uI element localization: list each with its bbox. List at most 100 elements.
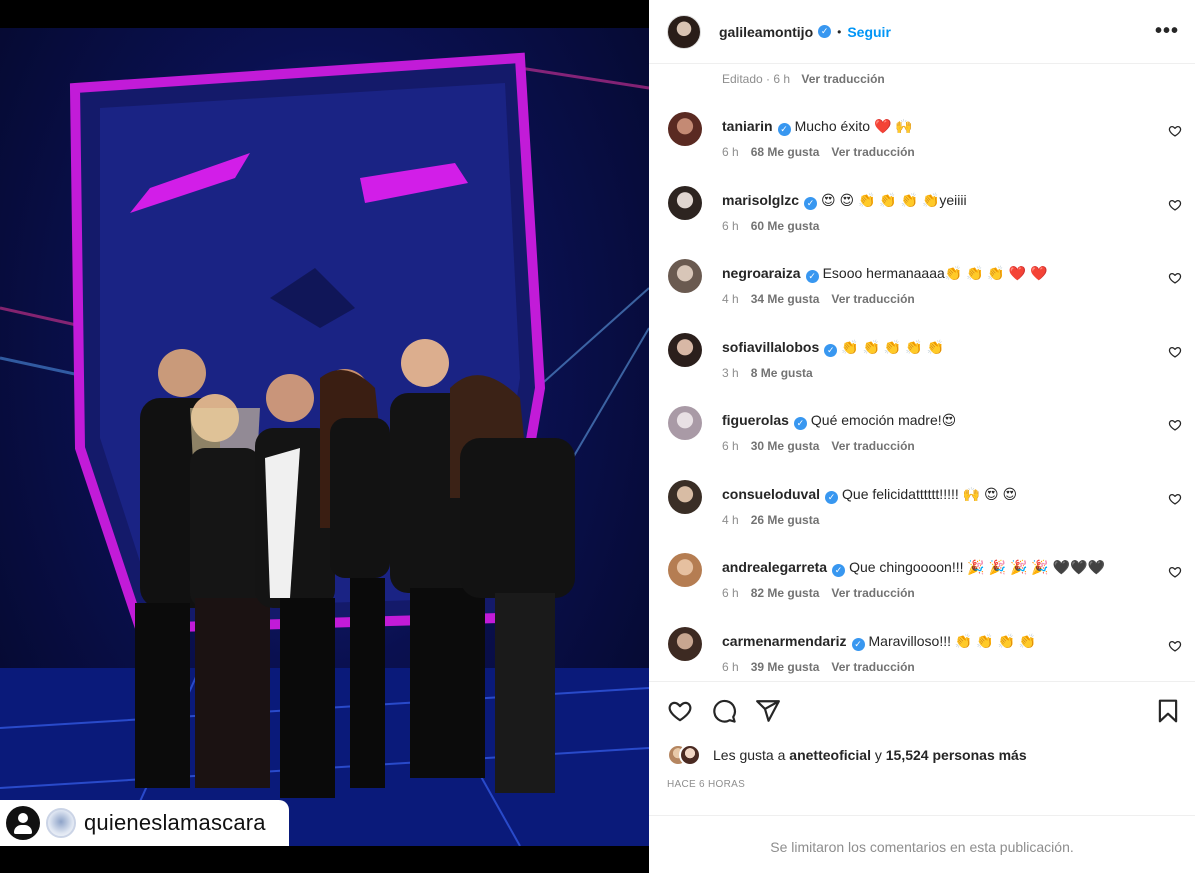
comment-likes[interactable]: 8 Me gusta (751, 366, 813, 380)
comment-see-translation[interactable]: Ver traducción (831, 292, 914, 306)
comments-list: taniarin ✓ Mucho éxito ❤️ 🙌 6 h 68 Me gusta V… (649, 104, 1195, 692)
comment-see-translation[interactable]: Ver traducción (831, 145, 914, 159)
commenter-avatar[interactable] (668, 479, 702, 514)
more-options-icon[interactable]: ••• (1155, 20, 1179, 43)
comment-time[interactable]: 6 h (722, 439, 739, 453)
comment-like-heart-icon[interactable] (1168, 565, 1182, 579)
comment-likes[interactable]: 39 Me gusta (751, 660, 820, 674)
repost-handle: quieneslamascara (84, 810, 266, 835)
comment-time[interactable]: 4 h (722, 513, 739, 527)
comment-meta: 6 h 60 Me gusta (722, 219, 1195, 233)
commenter-avatar[interactable] (668, 185, 702, 220)
post-photo[interactable] (0, 28, 649, 846)
post-timestamp[interactable]: HACE 6 HORAS (667, 779, 745, 790)
post-side-panel: galileamontijo ✓ • Seguir ••• Editado · … (649, 0, 1195, 873)
follow-button[interactable]: Seguir (847, 24, 891, 40)
verified-icon: ✓ (851, 637, 865, 651)
save-bookmark-icon[interactable] (1155, 698, 1181, 724)
share-send-icon[interactable] (755, 698, 781, 724)
comment-text: Que felicidatttttt!!!!! 🙌 😍 😍 (842, 485, 1018, 502)
comment-like-heart-icon[interactable] (1168, 639, 1182, 653)
verified-icon: ✓ (832, 564, 846, 577)
comment-text: Esooo hermanaaaa👏 👏 👏 ❤️ ❤️ (822, 265, 1048, 281)
comment-meta: 6 h 68 Me gusta Ver traducción (722, 145, 1195, 159)
comment-line: marisolglzc ✓ 😍 😍 👏 👏 👏 👏yeiiii (722, 178, 1195, 210)
comment-time[interactable]: 4 h (722, 292, 739, 306)
comment-likes[interactable]: 26 Me gusta (751, 513, 820, 527)
likes-first-user[interactable]: anetteoficial (789, 747, 871, 763)
comment-like-heart-icon[interactable] (1168, 124, 1182, 138)
verified-icon: ✓ (777, 123, 791, 136)
comment-username[interactable]: figuerolas (722, 412, 789, 428)
likes-conjunction: y (874, 747, 882, 763)
comment-username[interactable]: sofiavillalobos (722, 339, 819, 355)
comment-time[interactable]: 6 h (722, 586, 739, 600)
comment-time[interactable]: 6 h (722, 219, 739, 233)
comment-like-heart-icon[interactable] (1168, 271, 1182, 285)
comment-time[interactable]: 3 h (722, 366, 739, 380)
comment-item: sofiavillalobos ✓ 👏 👏 👏 👏 👏 3 h 8 Me gusta (649, 325, 1195, 399)
comment-like-heart-icon[interactable] (1168, 418, 1182, 432)
commenter-avatar[interactable] (668, 332, 702, 367)
comment-item: andrealegarreta ✓ Que chingoooon!!! 🎉 🎉 🎉 … (649, 545, 1195, 619)
comment-item: taniarin ✓ Mucho éxito ❤️ 🙌 6 h 68 Me gusta V… (649, 104, 1195, 178)
comment-see-translation[interactable]: Ver traducción (831, 439, 914, 453)
comment-see-translation[interactable]: Ver traducción (831, 660, 914, 674)
verified-icon: ✓ (804, 196, 818, 210)
verified-icon: ✓ (793, 417, 807, 430)
comment-username[interactable]: marisolglzc (722, 192, 799, 208)
commenter-avatar[interactable] (668, 553, 702, 587)
comment-time[interactable]: 6 h (722, 145, 739, 159)
comment-item: negroaraiza ✓ Esooo hermanaaaa👏 👏 👏 ❤️ ❤️ 4… (649, 251, 1195, 325)
stage-illustration (0, 52, 649, 846)
comment-likes[interactable]: 82 Me gusta (751, 586, 820, 600)
people (135, 339, 575, 798)
verified-icon: ✓ (818, 25, 832, 38)
comment-text: 👏 👏 👏 👏 👏 (841, 338, 944, 355)
user-tag-icon[interactable] (6, 806, 40, 840)
comment-likes[interactable]: 60 Me gusta (751, 219, 820, 233)
comment-time[interactable]: 6 h (722, 660, 739, 674)
likes-prefix: Les gusta a (713, 747, 786, 763)
likes-others[interactable]: 15,524 personas más (886, 747, 1027, 763)
comment-username[interactable]: consueloduval (722, 486, 820, 502)
see-translation-link[interactable]: Ver traducción (801, 72, 884, 86)
author-username[interactable]: galileamontijo (719, 24, 813, 40)
comment-line: carmenarmendariz ✓ Maravilloso!!! 👏 👏 👏 👏 (722, 619, 1195, 651)
comment-item: figuerolas ✓ Qué emoción madre!😍 6 h 30 Me g… (649, 398, 1195, 472)
comment-line: figuerolas ✓ Qué emoción madre!😍 (722, 398, 1195, 430)
commenter-avatar[interactable] (668, 259, 702, 293)
edited-line: Editado · 6 h Ver traducción (649, 64, 1195, 104)
comment-like-heart-icon[interactable] (1168, 345, 1182, 359)
separator-dot: • (837, 24, 842, 39)
like-heart-icon[interactable] (667, 698, 693, 724)
comment-like-heart-icon[interactable] (1168, 198, 1182, 212)
comment-username[interactable]: carmenarmendariz (722, 633, 847, 649)
liker-avatars (667, 744, 707, 766)
repost-badge[interactable]: quieneslamascara (0, 800, 289, 846)
comment-text: Maravilloso!!! 👏 👏 👏 👏 (868, 632, 1037, 649)
comment-meta: 6 h 39 Me gusta Ver traducción (722, 660, 1195, 674)
author-avatar[interactable] (667, 14, 701, 49)
post-header: galileamontijo ✓ • Seguir ••• (649, 0, 1195, 64)
comment-likes[interactable]: 68 Me gusta (751, 145, 820, 159)
verified-icon: ✓ (825, 490, 839, 504)
comment-see-translation[interactable]: Ver traducción (831, 586, 914, 600)
repost-avatar (46, 808, 76, 838)
comment-text: Qué emoción madre!😍 (810, 412, 957, 428)
comment-text: Que chingoooon!!! 🎉 🎉 🎉 🎉 🖤🖤🖤 (849, 559, 1105, 575)
comment-username[interactable]: negroaraiza (722, 265, 801, 281)
comment-likes[interactable]: 30 Me gusta (751, 439, 820, 453)
action-bar (649, 681, 1195, 743)
comment-line: sofiavillalobos ✓ 👏 👏 👏 👏 👏 (722, 325, 1195, 357)
comment-line: consueloduval ✓ Que felicidatttttt!!!!! 🙌 … (722, 472, 1195, 504)
comment-bubble-icon[interactable] (711, 698, 737, 724)
commenter-avatar[interactable] (668, 406, 702, 440)
verified-icon: ✓ (824, 343, 838, 357)
commenter-avatar[interactable] (668, 112, 702, 146)
comment-username[interactable]: andrealegarreta (722, 559, 827, 575)
comment-username[interactable]: taniarin (722, 118, 773, 134)
comment-likes[interactable]: 34 Me gusta (751, 292, 820, 306)
comment-like-heart-icon[interactable] (1168, 492, 1182, 506)
commenter-avatar[interactable] (668, 626, 702, 661)
